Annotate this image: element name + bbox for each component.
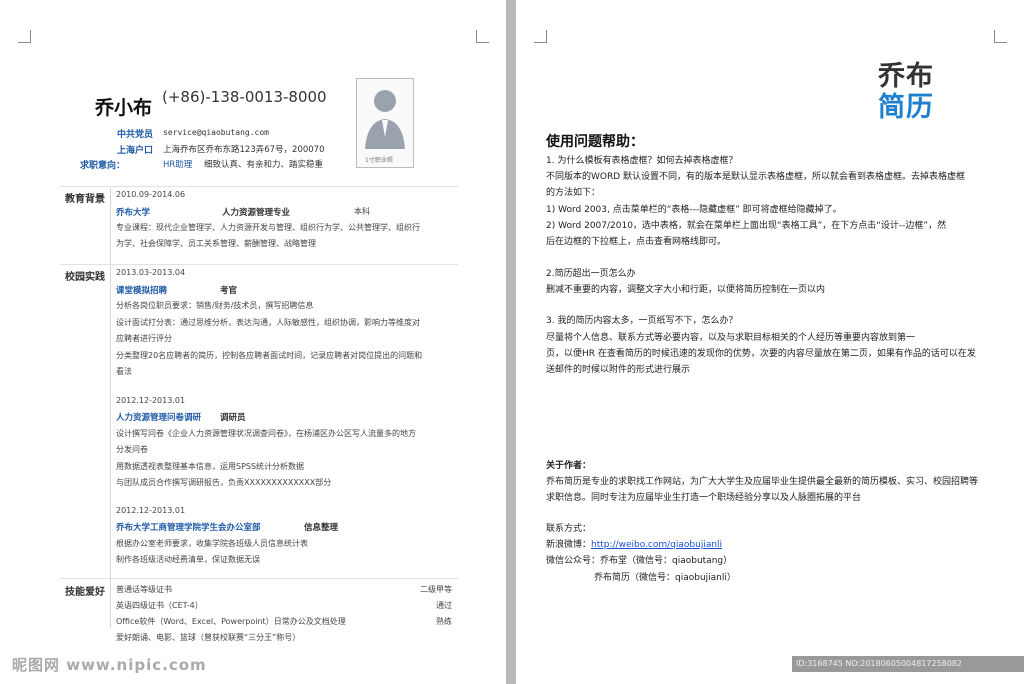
help-answer-line: 页，以便HR 在查看简历的时候迅速的发现你的优势，次要的内容尽量放在第二页，如果… (546, 349, 976, 359)
experience-org: 乔布大学工商管理学院学生会办公室部 (116, 523, 261, 533)
wechat-line: 微信公众号：乔布堂（微信号：qiaobutang） (546, 556, 733, 566)
skill-item: 普通话等级证书 (116, 585, 172, 594)
experience-date: 2013.03-2013.04 (116, 268, 186, 277)
experience-line: 用数据透视表整理基本信息，运用SPSS统计分析数据 (116, 462, 305, 471)
about-title: 关于作者： (546, 461, 592, 471)
crop-mark (534, 30, 547, 43)
experience-org: 课堂模拟招聘 (116, 286, 168, 296)
experience-line: 分析各岗位职员要求：销售/财务/技术员，撰写招聘信息 (116, 301, 314, 310)
education-school: 乔布大学 (116, 208, 151, 218)
experience-line: 分类整理20名应聘者的简历，控制各应聘者面试时间，记录应聘者对岗位提出的问题和 (116, 351, 423, 360)
crop-mark (994, 30, 1007, 43)
page-gap (506, 0, 516, 684)
experience-line: 分发问卷 (116, 445, 148, 454)
experience-line: 制作各班级活动经费清单，保证数据无误 (116, 555, 260, 564)
experience-role: 调研员 (220, 413, 246, 423)
intent-traits: 细致认真、有亲和力、踏实稳重 (204, 160, 324, 170)
help-answer-line: 送邮件的时候以附件的形式进行展示 (546, 365, 691, 375)
weibo-label: 新浪微博： (546, 540, 592, 550)
help-answer-line: 尽量将个人信息、联系方式等必要内容，以及与求职目标相关的个人经历等重要内容放到第… (546, 333, 916, 343)
skill-level: 通过 (436, 601, 452, 610)
party-label: 中共党员 (117, 130, 154, 140)
crop-mark (476, 30, 489, 43)
section-divider (60, 186, 458, 187)
education-courses: 为学、社会保障学、员工关系管理、薪酬管理、战略管理 (116, 239, 316, 248)
experience-line: 设计面试打分表：通过思维分析，表达沟通，人际敏感性，组织协调，影响力等维度对 (116, 318, 420, 327)
email-text: service@qiaobutang.com (163, 128, 269, 137)
crop-mark (18, 30, 31, 43)
logo-line-2: 简历 (878, 92, 934, 123)
experience-role: 信息整理 (304, 523, 339, 533)
phone-number: (+86)-138-0013-8000 (162, 88, 327, 106)
intent-job: HR助理 (163, 160, 193, 170)
education-major: 人力资源管理专业 (222, 208, 291, 218)
contact-title: 联系方式： (546, 524, 592, 534)
logo-line-1: 乔布 (878, 61, 934, 92)
about-line: 乔布简历是专业的求职找工作网站，为广大大学生及应届毕业生提供最全最新的简历模板、… (546, 477, 979, 487)
address-text: 上海乔布区乔布东路123弄67号，200070 (163, 145, 325, 155)
resume-page: 乔小布 (+86)-138-0013-8000 中共党员 上海户口 求职意向： … (0, 0, 506, 684)
experience-line: 与团队成员合作撰写调研报告，负责XXXXXXXXXXXXX部分 (116, 478, 332, 487)
photo-frame: 1寸职业照 (356, 78, 414, 168)
brand-logo: 乔布 简历 (878, 62, 948, 124)
skills-title: 技能爱好 (65, 587, 105, 598)
help-answer-line: 删减不重要的内容，调整文字大小和行距，以便将简历控制在一页以内 (546, 285, 826, 295)
avatar-icon (365, 90, 405, 149)
help-answer-line: 的方法如下： (546, 188, 601, 198)
campus-title: 校园实践 (65, 272, 105, 283)
timeline-line (110, 188, 111, 628)
skill-level: 熟练 (436, 617, 452, 626)
skill-item: 爱好朗诵、电影、篮球（曾获校联赛“三分王”称号） (116, 633, 301, 642)
wechat-line: 乔布简历（微信号：qiaobujianli） (594, 573, 736, 583)
hukou-label: 上海户口 (117, 146, 154, 156)
about-line: 求职信息。同时专注为应届毕业生打造一个职场经验分享以及人脉圈拓展的平台 (546, 493, 862, 503)
experience-date: 2012.12-2013.01 (116, 396, 186, 405)
help-question: 2.简历超出一页怎么办 (546, 269, 636, 279)
resume-name: 乔小布 (95, 97, 153, 119)
intent-label: 求职意向： (80, 161, 126, 171)
experience-org: 人力资源管理问卷调研 (116, 413, 202, 423)
watermark-text: 昵图网 www.nipic.com (12, 656, 207, 674)
image-id-bar: ID:3168745 NO:20180605004817258082 (792, 656, 1024, 672)
help-page: 乔布 简历 使用问题帮助： 1. 为什么模板有表格虚框？如何去掉表格虚框？ 不同… (516, 0, 1024, 684)
experience-role: 考官 (220, 286, 238, 296)
education-title: 教育背景 (65, 194, 105, 205)
weibo-link[interactable]: http://weibo.com/qiaobujianli (591, 540, 722, 550)
section-divider (60, 578, 458, 579)
experience-line: 看法 (116, 367, 132, 376)
education-degree: 本科 (354, 207, 370, 216)
help-answer-line: 2) Word 2007/2010，选中表格，就会在菜单栏上面出现“表格工具”，… (546, 221, 947, 231)
section-divider (60, 264, 458, 265)
experience-date: 2012.12-2013.01 (116, 506, 186, 515)
experience-line: 根据办公室老师要求，收集学院各班级人员信息统计表 (116, 539, 308, 548)
skill-item: Office软件（Word、Excel、Powerpoint）日常办公及文档处理 (116, 617, 346, 626)
help-question: 3. 我的简历内容太多，一页纸写不下，怎么办？ (546, 316, 738, 326)
skill-item: 英语四级证书（CET-4） (116, 601, 203, 610)
photo-caption: 1寸职业照 (365, 157, 393, 164)
weibo-row: 新浪微博：http://weibo.com/qiaobujianli (546, 537, 722, 550)
help-title: 使用问题帮助： (546, 134, 644, 150)
education-date: 2010.09-2014.06 (116, 190, 186, 199)
education-courses: 专业课程：现代企业管理学、人力资源开发与管理、组织行为学、公共管理学、组织行 (116, 223, 420, 232)
experience-line: 应聘者进行评分 (116, 334, 172, 343)
help-question: 1. 为什么模板有表格虚框？如何去掉表格虚框？ (546, 156, 738, 166)
skill-level: 二级甲等 (420, 585, 452, 594)
help-answer-line: 后在边框的下拉框上，点击查看网格线即可。 (546, 237, 727, 247)
help-answer-line: 1) Word 2003, 点击菜单栏的“表格---隐藏虚框” 即可将虚框给隐藏… (546, 205, 842, 215)
help-answer-line: 不同版本的WORD 默认设置不同，有的版本是默认显示表格虚框，所以就会看到表格虚… (546, 172, 966, 182)
experience-line: 设计撰写问卷《企业人力资源管理状况调查问卷》，在杨浦区办公区写人流量多的地方 (116, 429, 416, 438)
